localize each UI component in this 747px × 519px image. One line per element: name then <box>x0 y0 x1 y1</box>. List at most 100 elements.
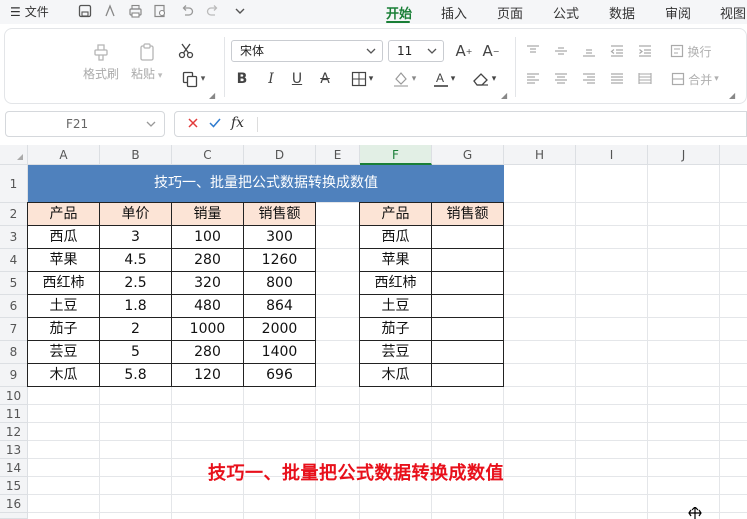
align-middle-icon[interactable] <box>553 41 569 61</box>
row-header-16[interactable]: 16 <box>0 495 28 513</box>
row-header-17[interactable] <box>0 513 28 519</box>
table-cell[interactable]: 1000 <box>172 318 244 341</box>
table-cell[interactable]: 5 <box>100 341 172 364</box>
column-header-i[interactable]: I <box>576 145 648 165</box>
merge-cells-button[interactable]: 合并 ▾ <box>665 69 725 89</box>
export-pdf-icon[interactable] <box>101 2 119 20</box>
row-header-11[interactable]: 11 <box>0 405 28 423</box>
row-header-10[interactable]: 10 <box>0 387 28 405</box>
table-header-cell[interactable]: 销量 <box>172 202 244 226</box>
table-cell[interactable]: 茄子 <box>359 318 432 341</box>
table-cell[interactable]: 木瓜 <box>27 364 100 387</box>
redo-icon[interactable] <box>204 2 222 20</box>
table-cell[interactable]: 2 <box>100 318 172 341</box>
row-header-6[interactable]: 6 <box>0 295 28 318</box>
font-size-select[interactable]: 11 <box>388 40 444 62</box>
bold-icon[interactable]: B <box>234 69 250 89</box>
table-cell[interactable] <box>432 295 504 318</box>
quick-access-dropdown-icon[interactable] <box>231 2 249 20</box>
table-cell[interactable]: 864 <box>244 295 316 318</box>
tab-insert[interactable]: 插入 <box>441 3 467 22</box>
distributed-align-icon[interactable] <box>637 69 653 89</box>
align-bottom-icon[interactable] <box>581 41 597 61</box>
table-cell[interactable]: 100 <box>172 226 244 249</box>
table-cell[interactable]: 2.5 <box>100 272 172 295</box>
column-header-g[interactable]: G <box>432 145 504 165</box>
tab-data[interactable]: 数据 <box>609 3 635 22</box>
clipboard-group-expand-icon[interactable]: ◢ <box>209 91 215 100</box>
scissors-icon[interactable] <box>176 41 196 61</box>
table-cell[interactable]: 土豆 <box>359 295 432 318</box>
align-center-icon[interactable] <box>553 69 569 89</box>
row-header-3[interactable]: 3 <box>0 226 28 249</box>
copy-icon[interactable]: ▾ <box>176 69 210 89</box>
table-cell[interactable]: 2000 <box>244 318 316 341</box>
alignment-group-expand-icon[interactable]: ◢ <box>729 91 735 100</box>
align-left-icon[interactable] <box>525 69 541 89</box>
cancel-icon[interactable] <box>187 116 199 134</box>
column-header-j[interactable]: J <box>648 145 720 165</box>
table-cell[interactable]: 木瓜 <box>359 364 432 387</box>
table-header-cell[interactable]: 单价 <box>100 202 172 226</box>
title-banner[interactable]: 技巧一、批量把公式数据转换成数值 <box>28 165 504 202</box>
column-header-f[interactable]: F <box>360 145 432 165</box>
tab-formula[interactable]: 公式 <box>553 3 579 22</box>
table-header-cell[interactable]: 产品 <box>359 202 432 226</box>
tab-page[interactable]: 页面 <box>497 3 523 22</box>
table-cell[interactable]: 西瓜 <box>359 226 432 249</box>
formula-bar[interactable]: 𝑓x <box>174 111 747 137</box>
align-right-icon[interactable] <box>581 69 597 89</box>
table-cell[interactable]: 1.8 <box>100 295 172 318</box>
table-cell[interactable] <box>432 226 504 249</box>
print-icon[interactable] <box>126 2 144 20</box>
column-header-h[interactable]: H <box>504 145 576 165</box>
table-header-cell[interactable]: 销售额 <box>432 202 504 226</box>
font-family-select[interactable]: 宋体 <box>231 40 383 62</box>
name-box[interactable]: F21 <box>5 111 165 137</box>
tab-view[interactable]: 视图 <box>720 3 746 22</box>
justify-icon[interactable] <box>609 69 625 89</box>
eraser-icon[interactable]: ▾ <box>467 69 501 89</box>
print-preview-icon[interactable] <box>151 2 169 20</box>
save-icon[interactable] <box>76 2 94 20</box>
row-header-9[interactable]: 9 <box>0 364 28 387</box>
table-cell[interactable] <box>432 364 504 387</box>
font-group-expand-icon[interactable]: ◢ <box>501 91 507 100</box>
table-cell[interactable]: 480 <box>172 295 244 318</box>
row-header-7[interactable]: 7 <box>0 318 28 341</box>
chevron-down-icon[interactable] <box>146 117 156 134</box>
row-header-5[interactable]: 5 <box>0 272 28 295</box>
file-menu[interactable]: ☰ 文件 <box>10 3 49 20</box>
column-header-d[interactable]: D <box>244 145 316 165</box>
table-cell[interactable]: 西瓜 <box>27 226 100 249</box>
format-painter-button[interactable]: 格式刷 <box>83 39 119 82</box>
table-cell[interactable]: 696 <box>244 364 316 387</box>
row-header-4[interactable]: 4 <box>0 249 28 272</box>
increase-indent-icon[interactable] <box>637 41 653 61</box>
row-header-2[interactable]: 2 <box>0 203 28 226</box>
table-cell[interactable] <box>432 272 504 295</box>
undo-icon[interactable] <box>178 2 196 20</box>
table-cell[interactable]: 1400 <box>244 341 316 364</box>
table-cell[interactable]: 芸豆 <box>27 341 100 364</box>
decrease-indent-icon[interactable] <box>609 41 625 61</box>
table-header-cell[interactable]: 产品 <box>27 202 100 226</box>
column-header-k[interactable] <box>720 145 747 165</box>
table-cell[interactable]: 土豆 <box>27 295 100 318</box>
table-cell[interactable]: 3 <box>100 226 172 249</box>
table-header-cell[interactable]: 销售额 <box>244 202 316 226</box>
table-cell[interactable]: 280 <box>172 341 244 364</box>
table-cell[interactable]: 300 <box>244 226 316 249</box>
row-header-1[interactable]: 1 <box>0 165 28 203</box>
increase-font-size-icon[interactable]: A + <box>454 41 474 61</box>
fill-color-icon[interactable]: ▾ <box>389 69 419 89</box>
select-all-corner[interactable] <box>0 145 28 165</box>
insert-function-icon[interactable]: 𝑓x <box>231 115 244 131</box>
strikethrough-icon[interactable]: A <box>316 69 334 89</box>
table-cell[interactable] <box>432 318 504 341</box>
column-header-b[interactable]: B <box>100 145 172 165</box>
column-header-c[interactable]: C <box>172 145 244 165</box>
table-cell[interactable]: 800 <box>244 272 316 295</box>
table-cell[interactable]: 西红柿 <box>359 272 432 295</box>
paste-button[interactable]: 粘贴 ▾ <box>131 39 162 82</box>
